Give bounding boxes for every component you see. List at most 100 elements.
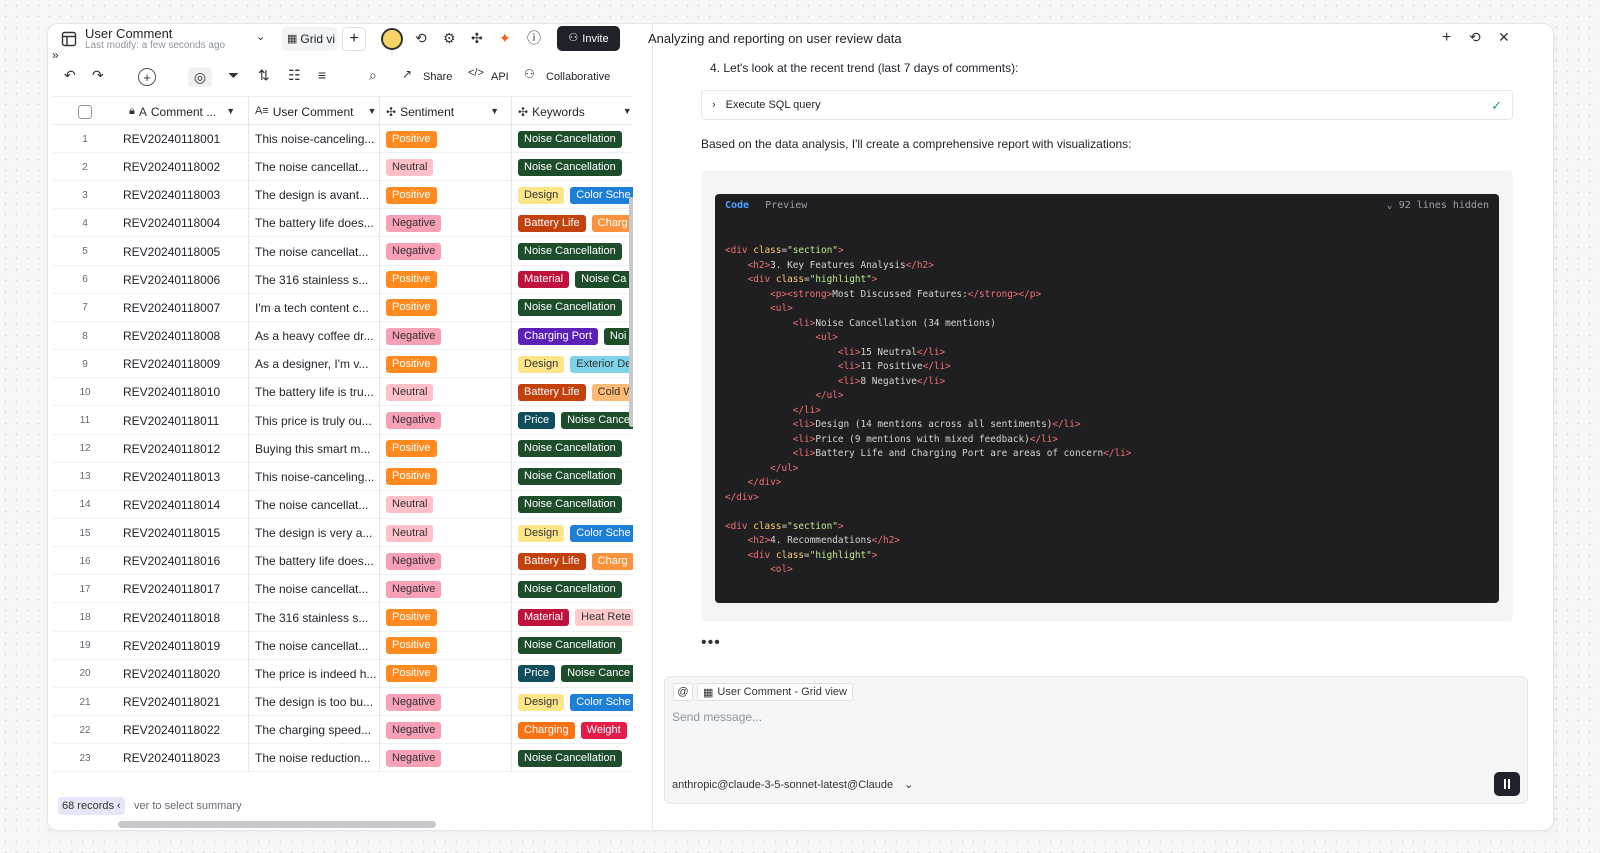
user-comment-cell[interactable]: The noise cancellat... — [249, 237, 380, 266]
comment-id-cell[interactable]: REV20240118007 — [117, 293, 249, 322]
context-chip[interactable]: ▦ User Comment - Grid view — [697, 683, 853, 701]
user-comment-cell[interactable]: The charging speed... — [249, 716, 380, 745]
comment-id-cell[interactable]: REV20240118022 — [117, 716, 249, 745]
user-comment-cell[interactable]: The 316 stainless s... — [249, 603, 380, 632]
keywords-cell[interactable]: Charging Weight — [512, 716, 633, 744]
table-row[interactable]: 20 REV20240118020 The price is indeed h...… — [53, 659, 633, 688]
user-comment-cell[interactable]: This price is truly ou... — [249, 406, 380, 435]
keywords-cell[interactable]: Noise Cancellation — [512, 744, 633, 772]
comment-id-cell[interactable]: REV20240118020 — [117, 659, 249, 688]
comment-id-cell[interactable]: REV20240118010 — [117, 378, 249, 407]
sentiment-cell[interactable]: Negative — [380, 547, 512, 576]
keywords-cell[interactable]: Charging Port Noi — [512, 322, 633, 350]
user-comment-cell[interactable]: The price is indeed h... — [249, 659, 380, 688]
comment-id-cell[interactable]: REV20240118001 — [117, 125, 249, 153]
keywords-cell[interactable]: Design Exterior De — [512, 350, 633, 378]
sentiment-cell[interactable]: Negative — [380, 575, 512, 604]
sentiment-cell[interactable]: Negative — [380, 744, 512, 773]
keywords-cell[interactable]: Noise Cancellation — [512, 125, 633, 153]
comment-id-cell[interactable]: REV20240118019 — [117, 631, 249, 660]
chevron-down-icon[interactable]: ⌄ — [256, 32, 265, 43]
tab-code[interactable]: Code — [725, 200, 749, 211]
sentiment-cell[interactable]: Neutral — [380, 519, 512, 548]
keywords-cell[interactable]: Noise Cancellation — [512, 294, 633, 322]
expand-sidebar-icon[interactable]: » — [52, 49, 59, 61]
table-row[interactable]: 6 REV20240118006 The 316 stainless s... Pos… — [53, 265, 633, 294]
history-icon[interactable]: ⟲ — [415, 31, 427, 45]
table-row[interactable]: 19 REV20240118019 The noise cancellat... Po… — [53, 631, 633, 660]
sort-icon[interactable]: ⇅ — [258, 68, 270, 82]
keywords-cell[interactable]: Noise Cancellation — [512, 575, 633, 603]
close-icon[interactable]: ✕ — [1498, 30, 1510, 44]
user-comment-cell[interactable]: Buying this smart m... — [249, 434, 380, 463]
sentiment-cell[interactable]: Positive — [380, 434, 512, 463]
comment-id-cell[interactable]: REV20240118013 — [117, 462, 249, 491]
user-comment-cell[interactable]: The design is very a... — [249, 519, 380, 548]
keywords-cell[interactable]: Battery Life Charg — [512, 547, 633, 575]
table-row[interactable]: 1 REV20240118001 This noise-canceling... Po… — [53, 125, 633, 153]
sentiment-cell[interactable]: Positive — [380, 659, 512, 688]
keywords-cell[interactable]: Noise Cancellation — [512, 153, 633, 181]
sentiment-cell[interactable]: Positive — [380, 181, 512, 210]
filter-icon[interactable]: ⏷ — [228, 68, 239, 82]
keywords-cell[interactable]: Battery Life Charg — [512, 209, 633, 237]
keywords-cell[interactable]: Design Color Sche — [512, 181, 633, 209]
tab-preview[interactable]: Preview — [765, 200, 807, 211]
comment-id-cell[interactable]: REV20240118015 — [117, 519, 249, 548]
share-button[interactable]: Share — [423, 71, 452, 83]
sentiment-cell[interactable]: Positive — [380, 462, 512, 491]
search-icon[interactable]: ⌕ — [369, 68, 377, 82]
keywords-cell[interactable]: Noise Cancellation — [512, 435, 633, 463]
comment-id-cell[interactable]: REV20240118006 — [117, 265, 249, 294]
table-row[interactable]: 2 REV20240118002 The noise cancellat... Neu… — [53, 153, 633, 182]
comment-id-cell[interactable]: REV20240118002 — [117, 153, 249, 182]
table-row[interactable]: 23 REV20240118023 The noise reduction... Ne… — [53, 744, 633, 773]
sentiment-cell[interactable]: Neutral — [380, 378, 512, 407]
keywords-cell[interactable]: Material Noise Ca — [512, 266, 633, 294]
sentiment-cell[interactable]: Positive — [380, 265, 512, 294]
code-icon[interactable]: </> — [468, 68, 484, 79]
sentiment-cell[interactable]: Negative — [380, 406, 512, 435]
user-comment-cell[interactable]: The noise reduction... — [249, 744, 380, 773]
table-row[interactable]: 14 REV20240118014 The noise cancellat... Ne… — [53, 490, 633, 519]
table-row[interactable]: 21 REV20240118021 The design is too bu... N… — [53, 688, 633, 716]
sentiment-cell[interactable]: Negative — [380, 322, 512, 351]
sentiment-cell[interactable]: Positive — [380, 125, 512, 153]
comment-id-cell[interactable]: REV20240118005 — [117, 237, 249, 266]
keywords-cell[interactable]: Design Color Sche — [512, 688, 633, 716]
sentiment-cell[interactable]: Neutral — [380, 153, 512, 182]
sentiment-cell[interactable]: Positive — [380, 631, 512, 660]
group-icon[interactable]: ☷ — [288, 68, 301, 82]
comment-id-cell[interactable]: REV20240118012 — [117, 434, 249, 463]
table-row[interactable]: 3 REV20240118003 The design is avant... Pos… — [53, 181, 633, 210]
user-comment-cell[interactable]: The battery life is tru... — [249, 378, 380, 407]
hide-fields-icon[interactable]: ◎ — [188, 67, 212, 87]
user-comment-cell[interactable]: The noise cancellat... — [249, 153, 380, 182]
help-icon[interactable]: ⓘ — [527, 31, 541, 45]
sentiment-cell[interactable]: Positive — [380, 350, 512, 379]
sentiment-cell[interactable]: Positive — [380, 293, 512, 322]
plugin-icon[interactable]: ✣ — [471, 31, 483, 45]
keywords-cell[interactable]: Noise Cancellation — [512, 632, 633, 660]
keywords-cell[interactable]: Noise Cancellation — [512, 491, 633, 519]
comment-id-cell[interactable]: REV20240118021 — [117, 688, 249, 716]
user-comment-cell[interactable]: The noise cancellat... — [249, 575, 380, 604]
column-header-comment-id[interactable]: 🔒︎ A Comment ... ▼ — [117, 97, 249, 126]
redo-icon[interactable]: ↷ — [92, 68, 104, 82]
user-comment-cell[interactable]: The design is too bu... — [249, 688, 380, 716]
table-row[interactable]: 18 REV20240118018 The 316 stainless s... Po… — [53, 603, 633, 632]
table-row[interactable]: 13 REV20240118013 This noise-canceling... P… — [53, 462, 633, 491]
stop-button[interactable] — [1494, 772, 1520, 796]
table-row[interactable]: 17 REV20240118017 The noise cancellat... Ne… — [53, 575, 633, 604]
table-row[interactable]: 22 REV20240118022 The charging speed... Neg… — [53, 716, 633, 745]
column-header-user-comment[interactable]: A≡ User Comment ▼ — [249, 97, 380, 126]
table-row[interactable]: 10 REV20240118010 The battery life is tru.… — [53, 378, 633, 407]
records-count[interactable]: 68 records ‹ — [58, 797, 125, 815]
sentiment-cell[interactable]: Positive — [380, 603, 512, 632]
comment-id-cell[interactable]: REV20240118008 — [117, 322, 249, 351]
model-selector[interactable]: anthropic@claude-3-5-sonnet-latest@Claud… — [672, 778, 913, 791]
user-comment-cell[interactable]: As a heavy coffee dr... — [249, 322, 380, 351]
sentiment-cell[interactable]: Negative — [380, 688, 512, 716]
sentiment-cell[interactable]: Negative — [380, 209, 512, 238]
collaborative-button[interactable]: Collaborative — [546, 71, 610, 83]
